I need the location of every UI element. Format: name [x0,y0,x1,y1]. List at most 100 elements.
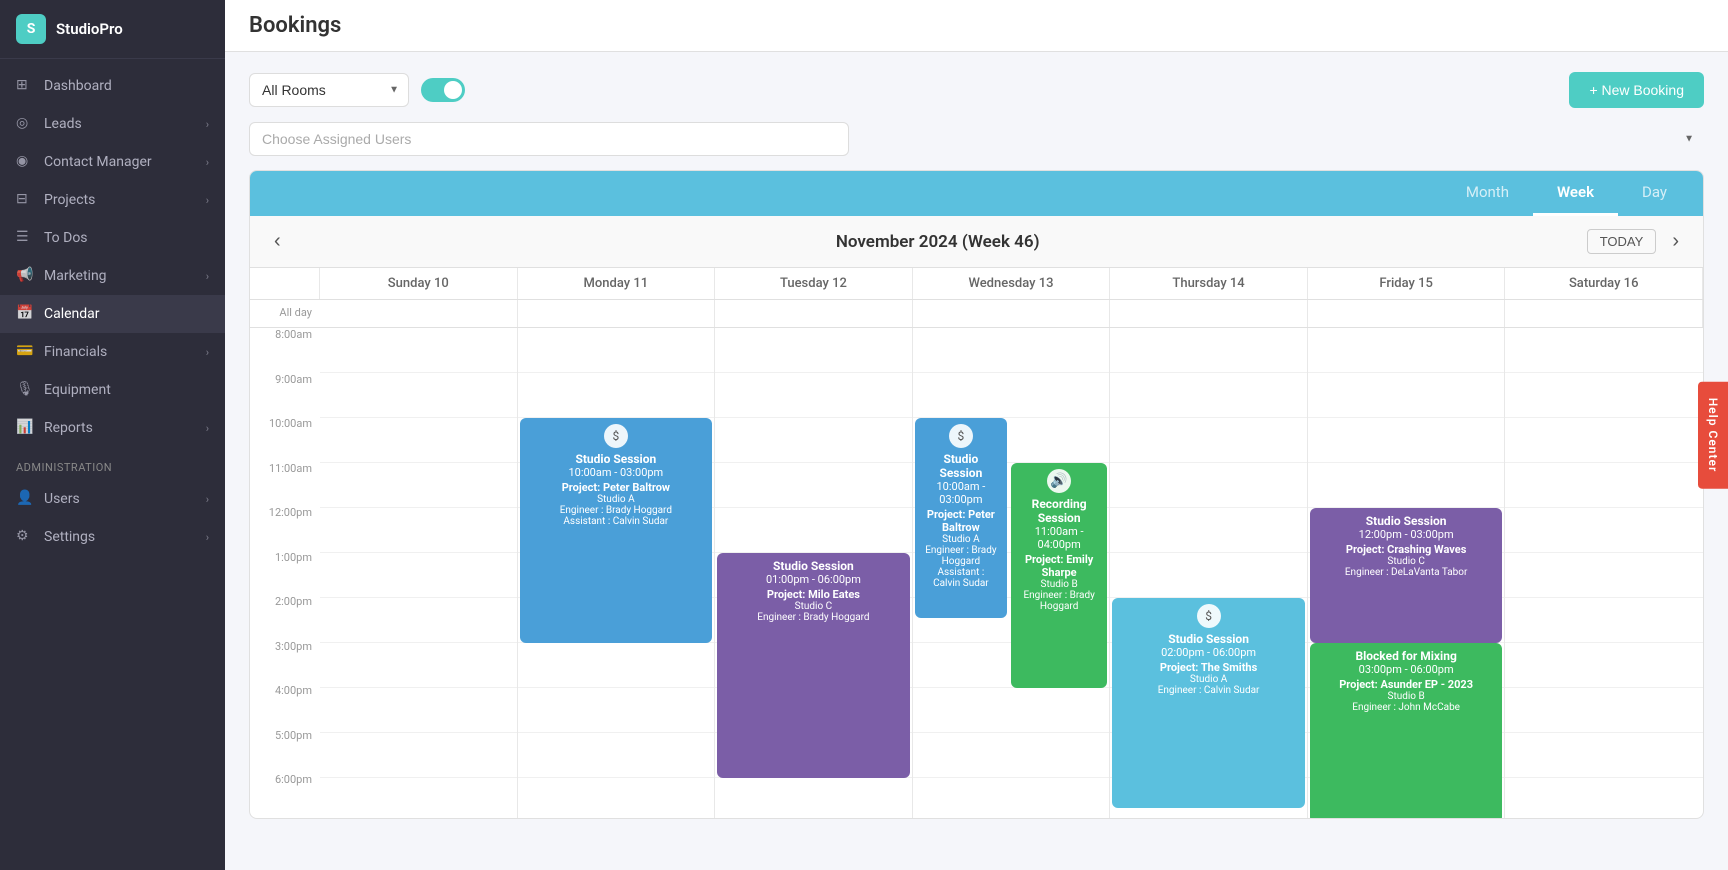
sidebar-label-marketing: Marketing [44,268,107,284]
event-icon-dollar3: $ [1197,604,1221,628]
allday-thu [1110,300,1308,327]
time-9am: 9:00am [250,373,320,418]
day-col-tue: Studio Session 01:00pm - 06:00pm Project… [715,328,913,818]
event-tue-studio[interactable]: Studio Session 01:00pm - 06:00pm Project… [717,553,910,778]
content-area: All Rooms + New Booking Choose Assigned … [225,52,1728,870]
time-6pm: 6:00pm [250,773,320,818]
sidebar-item-dashboard[interactable]: ⊞ Dashboard [0,67,225,105]
allday-sun [320,300,518,327]
time-grid: 8:00am 9:00am 10:00am 11:00am 12:00pm 1:… [250,328,1703,818]
sidebar-item-projects[interactable]: ⊟ Projects › [0,181,225,219]
sidebar-nav: ⊞ Dashboard ◎ Leads › ◉ Contact Manager … [0,59,225,870]
sidebar-item-reports[interactable]: 📊 Reports › [0,409,225,447]
admin-section-label: Administration [0,447,225,480]
allday-sat [1505,300,1703,327]
icon-contact-manager: ◉ [16,153,34,171]
tab-week[interactable]: Week [1533,171,1618,216]
chevron-contact-manager: › [206,156,209,169]
prev-week-button[interactable]: ‹ [266,226,289,257]
toggle-switch[interactable] [421,78,465,102]
logo-icon: S [16,14,46,44]
day-col-wed: $ Studio Session 10:00am - 03:00pm Proje… [913,328,1111,818]
event-thu-studio[interactable]: $ Studio Session 02:00pm - 06:00pm Proje… [1112,598,1305,808]
event-fri-studio[interactable]: Studio Session 12:00pm - 03:00pm Project… [1310,508,1503,643]
day-header-tue: Tuesday 12 [715,268,913,299]
sidebar-label-projects: Projects [44,192,95,208]
chevron-marketing: › [206,270,209,283]
icon-marketing: 📢 [16,267,34,285]
icon-reports: 📊 [16,419,34,437]
day-header-sat: Saturday 16 [1505,268,1703,299]
calendar-container: Month Week Day ‹ November 2024 (Week 46)… [249,170,1704,819]
tab-month[interactable]: Month [1442,171,1533,216]
icon-calendar: 📅 [16,305,34,323]
sidebar-item-contact-manager[interactable]: ◉ Contact Manager › [0,143,225,181]
time-3pm: 3:00pm [250,640,320,685]
room-select[interactable]: All Rooms [249,73,409,107]
today-button[interactable]: TODAY [1587,229,1657,254]
icon-to-dos: ☰ [16,229,34,247]
new-booking-button[interactable]: + New Booking [1569,72,1704,108]
event-icon-dollar: $ [604,424,628,448]
page-title: Bookings [249,13,341,38]
sidebar-item-leads[interactable]: ◎ Leads › [0,105,225,143]
chevron-users: › [206,493,209,506]
main-content: Bookings All Rooms + New Booking Choose … [225,0,1728,870]
day-col-sat [1505,328,1703,818]
allday-row: All day [250,300,1703,328]
time-8am: 8:00am [250,328,320,373]
day-columns: $ Studio Session 10:00am - 03:00pm Proje… [320,328,1703,818]
sidebar-label-financials: Financials [44,344,107,360]
allday-tue [715,300,913,327]
day-header-wed: Wednesday 13 [913,268,1111,299]
day-header-thu: Thursday 14 [1110,268,1308,299]
event-icon-speaker: 🔊 [1047,469,1071,493]
week-title: November 2024 (Week 46) [836,232,1040,252]
sidebar-label-leads: Leads [44,116,82,132]
sidebar-item-settings[interactable]: ⚙ Settings › [0,518,225,556]
event-wed-recording[interactable]: 🔊 Recording Session 11:00am - 04:00pm Pr… [1011,463,1107,688]
sidebar-item-financials[interactable]: 💳 Financials › [0,333,225,371]
event-fri-mixing[interactable]: Blocked for Mixing 03:00pm - 06:00pm Pro… [1310,643,1503,818]
event-mon-studio[interactable]: $ Studio Session 10:00am - 03:00pm Proje… [520,418,713,643]
controls-row: All Rooms + New Booking [249,72,1704,108]
icon-equipment: 🎙 [16,381,34,399]
allday-wed [913,300,1111,327]
sidebar-item-users[interactable]: 👤 Users › [0,480,225,518]
sidebar-item-marketing[interactable]: 📢 Marketing › [0,257,225,295]
room-select-wrapper: All Rooms [249,73,409,107]
assigned-users-select[interactable]: Choose Assigned Users [249,122,849,156]
event-icon-dollar2: $ [949,424,973,448]
chevron-leads: › [206,118,209,131]
sidebar-item-equipment[interactable]: 🎙 Equipment [0,371,225,409]
sidebar-label-equipment: Equipment [44,382,111,398]
help-center[interactable]: Help Center [1698,382,1728,489]
sidebar-item-calendar[interactable]: 📅 Calendar [0,295,225,333]
sidebar-item-to-dos[interactable]: ☰ To Dos [0,219,225,257]
event-wed-studio[interactable]: $ Studio Session 10:00am - 03:00pm Proje… [915,418,1007,618]
icon-projects: ⊟ [16,191,34,209]
icon-leads: ◎ [16,115,34,133]
time-11am: 11:00am [250,462,320,507]
chevron-projects: › [206,194,209,207]
calendar-nav: ‹ November 2024 (Week 46) TODAY › [250,216,1703,268]
day-header-sun: Sunday 10 [320,268,518,299]
sidebar-label-users: Users [44,491,80,507]
chevron-financials: › [206,346,209,359]
next-week-button[interactable]: › [1664,226,1687,257]
topbar: Bookings [225,0,1728,52]
time-10am: 10:00am [250,417,320,462]
time-1pm: 1:00pm [250,551,320,596]
icon-financials: 💳 [16,343,34,361]
time-2pm: 2:00pm [250,595,320,640]
tab-day[interactable]: Day [1618,171,1691,216]
time-4pm: 4:00pm [250,684,320,729]
icon-users: 👤 [16,490,34,508]
day-col-sun [320,328,518,818]
day-col-mon: $ Studio Session 10:00am - 03:00pm Proje… [518,328,716,818]
assigned-users-wrapper: Choose Assigned Users [249,122,1704,156]
day-col-fri: Studio Session 12:00pm - 03:00pm Project… [1308,328,1506,818]
assigned-users-row: Choose Assigned Users [249,122,1704,156]
allday-fri [1308,300,1506,327]
logo-text: StudioPro [56,20,123,38]
